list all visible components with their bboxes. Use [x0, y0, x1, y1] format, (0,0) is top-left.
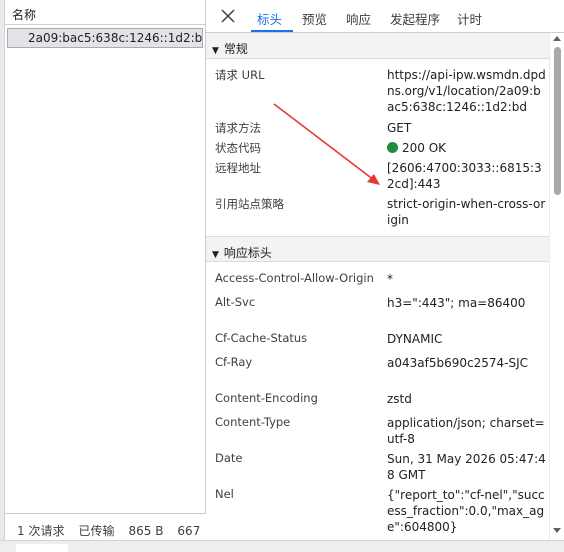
request-list-panel: 名称 2a09:bac5:638c:1246::1d2:bd 1 次请求 已传输 8… [0, 0, 206, 552]
resources-size: 667 [177, 524, 201, 538]
header-value[interactable]: * [387, 271, 547, 287]
scroll-up-arrow-icon[interactable] [553, 36, 561, 41]
request-detail-panel: 标头 预览 响应 发起程序 计时 ▼ 常规 请求 URL https://api-… [206, 0, 564, 540]
header-value[interactable]: a043af5b690c2574-SJC [387, 355, 547, 371]
header-key: Date [215, 451, 243, 465]
header-key: Content-Encoding [215, 391, 318, 405]
name-column-header[interactable]: 名称 [5, 0, 205, 25]
header-value[interactable]: DYNAMIC [387, 331, 547, 347]
header-key: Cf-Cache-Status [215, 331, 308, 345]
header-value[interactable]: 200 OK [387, 140, 547, 156]
section-title: 响应标头 [223, 246, 272, 260]
status-ok-icon [387, 142, 398, 153]
panel-resize-strip[interactable] [0, 0, 5, 540]
header-value[interactable]: strict-origin-when-cross-origin [387, 196, 547, 228]
tab-initiator[interactable]: 发起程序 [390, 9, 440, 28]
header-key: 引用站点策略 [215, 197, 284, 211]
triangle-down-icon: ▼ [212, 46, 219, 56]
request-count: 1 次请求 [17, 524, 65, 538]
section-title: 常规 [223, 42, 248, 56]
tab-preview[interactable]: 预览 [302, 9, 327, 28]
active-tab-indicator [251, 30, 293, 32]
header-key: 状态代码 [215, 141, 261, 155]
header-value[interactable]: https://api-ipw.wsmdn.dpdns.org/v1/locat… [387, 67, 547, 115]
triangle-down-icon: ▼ [212, 250, 219, 260]
header-key: 远程地址 [215, 161, 261, 175]
headers-content: ▼ 常规 请求 URL https://api-ipw.wsmdn.dpdns.o… [206, 33, 549, 540]
header-value[interactable]: {"report_to":"cf-nel","success_fraction"… [387, 487, 547, 535]
header-key: Content-Type [215, 415, 291, 429]
header-key: Access-Control-Allow-Origin [215, 271, 374, 285]
bottom-drawer-bar [0, 540, 564, 552]
request-row[interactable]: 2a09:bac5:638c:1246::1d2:bd [7, 28, 203, 48]
header-key: Cf-Ray [215, 355, 253, 369]
header-key: Alt-Svc [215, 295, 256, 309]
header-value[interactable]: zstd [387, 391, 547, 407]
close-icon[interactable] [219, 7, 237, 25]
transferred-label: 已传输 [78, 524, 115, 538]
drawer-tab[interactable] [16, 544, 68, 552]
tab-response[interactable]: 响应 [346, 9, 371, 28]
scroll-thumb[interactable] [554, 47, 561, 195]
detail-tabbar: 标头 预览 响应 发起程序 计时 [206, 0, 564, 33]
header-key: 请求 URL [215, 68, 265, 82]
header-value[interactable]: application/json; charset=utf-8 [387, 415, 547, 447]
tab-headers[interactable]: 标头 [257, 9, 282, 28]
response-headers-section-header[interactable]: ▼ 响应标头 [206, 236, 549, 262]
status-text: 200 OK [402, 141, 447, 155]
vertical-scrollbar[interactable] [549, 33, 564, 540]
header-key: 请求方法 [215, 121, 261, 135]
header-value[interactable]: GET [387, 120, 547, 136]
scroll-down-arrow-icon[interactable] [553, 528, 561, 533]
header-key: Nel [215, 487, 234, 501]
tab-timing[interactable]: 计时 [457, 9, 482, 28]
header-value[interactable]: Sun, 31 May 2026 05:47:48 GMT [387, 451, 547, 483]
header-value[interactable]: [2606:4700:3033::6815:32cd]:443 [387, 160, 547, 192]
general-section-header[interactable]: ▼ 常规 [206, 33, 549, 59]
header-value[interactable]: h3=":443"; ma=86400 [387, 295, 547, 311]
transferred-size: 865 B [128, 524, 164, 538]
status-footer: 1 次请求 已传输 865 B 667 [5, 513, 206, 540]
